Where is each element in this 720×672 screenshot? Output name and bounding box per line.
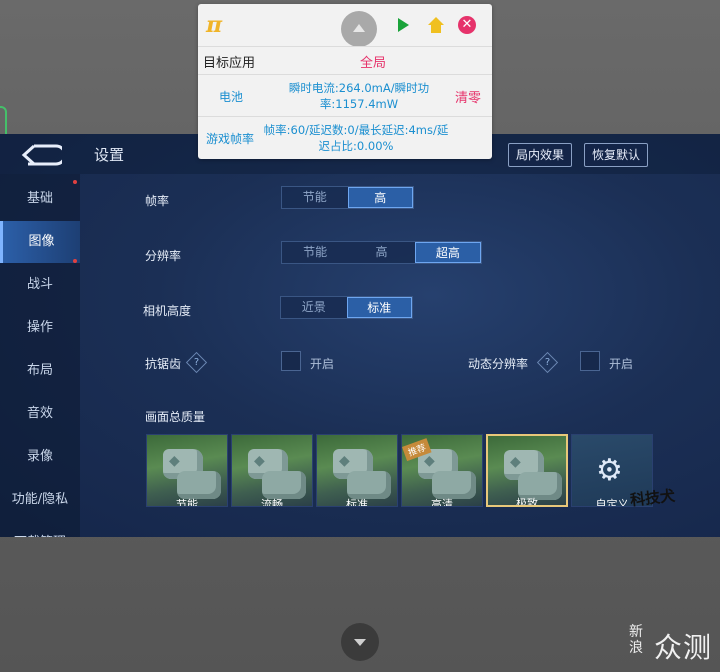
clear-button[interactable]: 清零 <box>455 87 481 106</box>
sidebar-item[interactable]: 功能/隐私 <box>0 479 80 521</box>
quality-preset-label: 标准 <box>346 498 368 506</box>
back-icon[interactable] <box>20 142 62 168</box>
quality-label: 画面总质量 <box>145 410 206 424</box>
framerate-option[interactable]: 高 <box>347 187 413 208</box>
expand-down-button[interactable] <box>341 623 379 661</box>
gear-icon: ⚙ <box>596 453 623 488</box>
antialias-help-icon[interactable]: ? <box>185 351 208 374</box>
sidebar-item[interactable]: 战斗 <box>0 264 80 306</box>
fps-label: 游戏帧率 <box>206 132 255 146</box>
sina-watermark: 新浪 <box>629 624 643 656</box>
thumb-rock <box>177 471 221 499</box>
close-icon[interactable]: ✕ <box>458 16 476 34</box>
antialias-toggle-label: 开启 <box>310 357 335 371</box>
quality-preset-card[interactable]: ◆ 标准 <box>316 434 398 507</box>
divider <box>198 74 492 75</box>
antialias-checkbox[interactable] <box>281 351 301 371</box>
quality-preset-card[interactable]: ◆ 极致 <box>486 434 568 507</box>
divider <box>198 46 492 47</box>
resolution-option[interactable]: 节能 <box>282 242 348 263</box>
quality-preset-card[interactable]: ◆ 流畅 <box>231 434 313 507</box>
sidebar-item[interactable]: 布局 <box>0 350 80 392</box>
camera-option[interactable]: 近景 <box>281 297 347 318</box>
mascot-text: 科技犬 <box>629 486 676 510</box>
dynamic-resolution-toggle-label: 开启 <box>609 357 634 371</box>
antialias-label: 抗锯齿 <box>145 357 182 371</box>
resolution-option[interactable]: 超高 <box>414 242 481 263</box>
divider <box>198 116 492 117</box>
settings-sidebar: 基础图像战斗操作布局音效录像功能/隐私下载管理 <box>0 174 80 537</box>
resolution-label: 分辨率 <box>145 249 182 263</box>
thumb-glyph: ◆ <box>254 453 265 469</box>
collapse-up-button[interactable] <box>341 11 377 47</box>
quality-preset-label: 高清 <box>431 498 453 506</box>
zhongce-watermark: 众测 <box>654 631 713 664</box>
framerate-option[interactable]: 节能 <box>282 187 348 208</box>
resolution-option[interactable]: 高 <box>348 242 414 263</box>
fps-readout: 帧率:60/延迟数:0/最长延迟:4ms/延迟占比:0.00% <box>263 123 449 153</box>
thumb-glyph: ◆ <box>510 454 521 470</box>
dynamic-resolution-help-icon[interactable]: ? <box>536 351 559 374</box>
thumb-rock <box>262 471 306 499</box>
target-app-label: 目标应用 <box>203 56 256 71</box>
framerate-selector[interactable]: 节能高 <box>281 186 414 209</box>
thumb-rock <box>432 471 476 499</box>
quality-preset-card[interactable]: ◆ 节能 <box>146 434 228 507</box>
thumb-rock <box>347 471 391 499</box>
screen: 设置 局内效果 恢复默认 基础图像战斗操作布局音效录像功能/隐私下载管理 帧率 … <box>0 0 720 672</box>
quality-preset-label: 流畅 <box>261 498 283 506</box>
battery-readout: 瞬时电流:264.0mA/瞬时功率:1157.4mW <box>288 81 430 111</box>
game-settings-view: 设置 局内效果 恢复默认 基础图像战斗操作布局音效录像功能/隐私下载管理 帧率 … <box>0 134 720 537</box>
sidebar-item[interactable]: 基础 <box>0 178 80 220</box>
thumb-glyph: ◆ <box>424 453 435 469</box>
quality-preset-label: 节能 <box>176 498 198 506</box>
camera-height-selector[interactable]: 近景 标准 <box>280 296 413 319</box>
page-title: 设置 <box>94 146 125 164</box>
resolution-selector[interactable]: 节能高超高 <box>281 241 482 264</box>
sidebar-item[interactable]: 操作 <box>0 307 80 349</box>
quality-preset-label: 极致 <box>516 497 538 505</box>
restore-default-button[interactable]: 恢复默认 <box>584 143 649 167</box>
battery-label: 电池 <box>219 90 244 104</box>
sidebar-item[interactable]: 图像 <box>0 221 80 263</box>
play-icon[interactable] <box>398 18 409 32</box>
in-game-effect-button[interactable]: 局内效果 <box>508 143 573 167</box>
camera-option[interactable]: 标准 <box>346 297 412 318</box>
sidebar-item[interactable]: 音效 <box>0 393 80 435</box>
home-icon[interactable] <box>427 16 445 34</box>
framerate-label: 帧率 <box>145 194 170 208</box>
app-logo: π <box>206 12 223 38</box>
monitor-overlay-panel: π ✕ 目标应用 全局 电池 瞬时电流:264.0mA/瞬时功率:1157.4m… <box>198 4 492 159</box>
target-app-value[interactable]: 全局 <box>360 52 386 71</box>
thumb-glyph: ◆ <box>339 453 350 469</box>
dynamic-resolution-checkbox[interactable] <box>580 351 600 371</box>
sidebar-item[interactable]: 录像 <box>0 436 80 478</box>
notification-dot <box>73 180 77 184</box>
thumb-glyph: ◆ <box>169 453 180 469</box>
camera-height-label: 相机高度 <box>143 304 192 318</box>
dynamic-resolution-label: 动态分辨率 <box>468 357 529 371</box>
notification-dot <box>73 259 77 263</box>
sidebar-item[interactable]: 下载管理 <box>0 522 80 537</box>
quality-preset-card[interactable]: ◆ 高清 推荐 <box>401 434 483 507</box>
